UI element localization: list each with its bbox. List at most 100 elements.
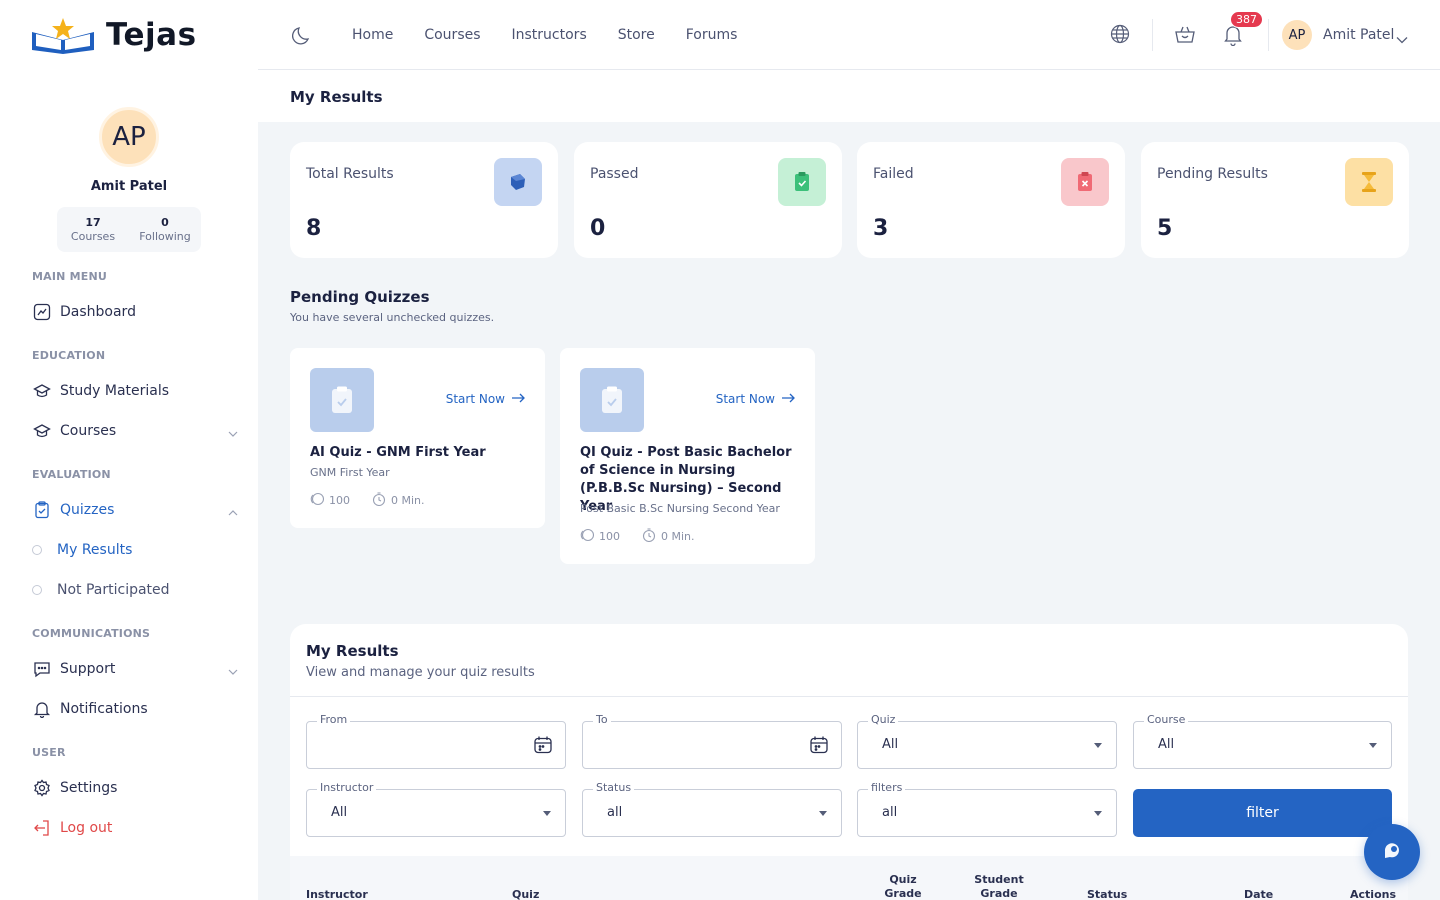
- from-date-field[interactable]: From: [306, 713, 566, 769]
- coins-icon: [310, 492, 325, 509]
- field-value: all: [882, 805, 898, 820]
- quiz-card[interactable]: Start Now AI Quiz - GNM First Year GNM F…: [290, 348, 545, 528]
- field-value: All: [331, 805, 348, 820]
- stat-card-passed: Passed 0: [574, 142, 842, 258]
- divider: [1152, 19, 1153, 51]
- bullet-icon: [32, 545, 42, 555]
- nav-forums[interactable]: Forums: [686, 27, 738, 43]
- avatar[interactable]: AP: [1282, 20, 1312, 50]
- chat-bubble-icon: [32, 659, 52, 679]
- coins-icon: [580, 528, 595, 545]
- field-label: Quiz: [868, 713, 899, 726]
- stat-value: 5: [1157, 216, 1173, 241]
- status-select[interactable]: Status all: [582, 781, 842, 837]
- profile-name: Amit Patel: [90, 179, 168, 194]
- basket-icon[interactable]: [1174, 24, 1196, 50]
- quiz-course: Post Basic B.Sc Nursing Second Year: [580, 502, 780, 515]
- column-header-quiz[interactable]: Quiz: [512, 888, 539, 900]
- chat-button[interactable]: [1364, 824, 1420, 880]
- results-title: My Results: [306, 642, 399, 660]
- bell-icon: [32, 699, 52, 719]
- stat-value: 3: [873, 216, 889, 241]
- chevron-up-icon: [228, 504, 238, 520]
- section-communications: COMMUNICATIONS: [32, 627, 151, 640]
- instructor-select[interactable]: Instructor All: [306, 781, 566, 837]
- field-label: Course: [1144, 713, 1189, 726]
- caret-down-icon: [1369, 743, 1377, 748]
- stat-value: 0: [590, 216, 606, 241]
- quiz-card[interactable]: Start Now QI Quiz - Post Basic Bachelor …: [560, 348, 815, 564]
- nav-courses[interactable]: Courses: [424, 27, 480, 43]
- column-header-actions[interactable]: Actions: [1350, 888, 1396, 900]
- calendar-icon[interactable]: [533, 735, 553, 759]
- stat-card-total: Total Results 8: [290, 142, 558, 258]
- course-select[interactable]: Course All: [1133, 713, 1392, 769]
- stat-card-pending: Pending Results 5: [1141, 142, 1409, 258]
- nav-home[interactable]: Home: [352, 27, 393, 43]
- start-now-button[interactable]: Start Now: [446, 392, 525, 406]
- caret-down-icon: [1094, 811, 1102, 816]
- quiz-duration: 0 Min.: [661, 530, 695, 543]
- results-subtitle: View and manage your quiz results: [306, 665, 535, 680]
- field-label: From: [317, 713, 351, 726]
- globe-icon[interactable]: [1110, 24, 1130, 48]
- sidebar-item-quizzes[interactable]: Quizzes: [32, 496, 242, 524]
- profile-avatar[interactable]: AP: [99, 107, 159, 167]
- filters-select[interactable]: filters all: [857, 781, 1117, 837]
- column-header-status[interactable]: Status: [1087, 888, 1127, 900]
- hourglass-icon: [1345, 158, 1393, 206]
- following-stat: 0 Following: [129, 207, 201, 252]
- sidebar-item-settings[interactable]: Settings: [32, 774, 242, 802]
- brand-name: Tejas: [106, 17, 197, 53]
- to-date-field[interactable]: To: [582, 713, 842, 769]
- sidebar-item-label: Not Participated: [57, 582, 170, 598]
- column-header-student-grade[interactable]: Student Grade: [969, 873, 1029, 900]
- user-name[interactable]: Amit Patel: [1323, 27, 1394, 43]
- divider: [290, 696, 1408, 697]
- caret-down-icon: [1094, 743, 1102, 748]
- sidebar-subitem-not-participated[interactable]: Not Participated: [32, 577, 242, 603]
- clipboard-x-icon: [1061, 158, 1109, 206]
- calendar-icon[interactable]: [809, 735, 829, 759]
- quiz-meta: 100 0 Min.: [310, 492, 425, 509]
- field-label: Instructor: [317, 781, 377, 794]
- chevron-down-icon: [228, 425, 238, 441]
- column-header-instructor[interactable]: Instructor: [306, 888, 368, 900]
- clipboard-check-icon: [310, 368, 374, 432]
- sidebar-item-label: Notifications: [60, 701, 148, 717]
- nav-store[interactable]: Store: [618, 27, 655, 43]
- section-education: EDUCATION: [32, 349, 106, 362]
- clipboard-check-icon: [32, 500, 52, 520]
- sidebar: Tejas AP Amit Patel 17 Courses 0 Followi…: [0, 0, 258, 900]
- section-evaluation: EVALUATION: [32, 468, 111, 481]
- moon-icon[interactable]: [292, 24, 314, 50]
- courses-label: Courses: [70, 230, 116, 243]
- divider: [1268, 19, 1269, 51]
- quiz-title: AI Quiz - GNM First Year: [310, 445, 486, 460]
- column-header-quiz-grade[interactable]: Quiz Grade: [878, 873, 928, 900]
- profile-stats: 17 Courses 0 Following: [57, 207, 201, 252]
- sidebar-item-label: Courses: [60, 423, 117, 439]
- sidebar-item-dashboard[interactable]: Dashboard: [32, 298, 242, 326]
- stat-label: Pending Results: [1157, 166, 1268, 182]
- graduation-cap-icon: [32, 421, 52, 441]
- sidebar-item-support[interactable]: Support: [32, 655, 242, 683]
- brand-logo[interactable]: Tejas: [30, 16, 197, 54]
- sidebar-subitem-my-results[interactable]: My Results: [32, 537, 242, 563]
- book-logo-icon: [30, 16, 96, 54]
- column-header-date[interactable]: Date: [1244, 888, 1273, 900]
- clipboard-check-icon: [778, 158, 826, 206]
- sidebar-item-notifications[interactable]: Notifications: [32, 695, 242, 723]
- sidebar-item-logout[interactable]: Log out: [32, 814, 242, 842]
- quiz-select[interactable]: Quiz All: [857, 713, 1117, 769]
- nav-instructors[interactable]: Instructors: [512, 27, 587, 43]
- pending-quizzes-title: Pending Quizzes: [290, 288, 430, 306]
- sidebar-item-study-materials[interactable]: Study Materials: [32, 377, 242, 405]
- start-now-button[interactable]: Start Now: [716, 392, 795, 406]
- top-nav: Home Courses Instructors Store Forums: [352, 27, 737, 43]
- filter-button[interactable]: filter: [1133, 789, 1392, 837]
- stat-label: Total Results: [306, 166, 394, 182]
- sidebar-item-courses[interactable]: Courses: [32, 417, 242, 445]
- page-title: My Results: [290, 88, 383, 106]
- chevron-down-icon[interactable]: [1396, 29, 1408, 48]
